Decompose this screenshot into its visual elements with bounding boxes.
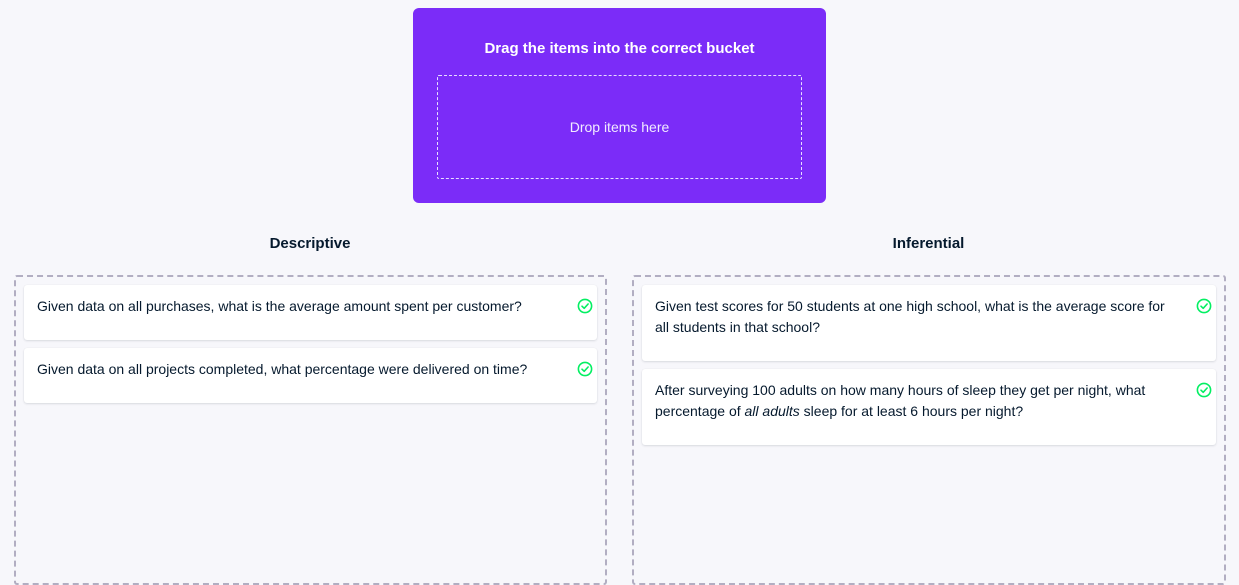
item-text-after: sleep for at least 6 hours per night? bbox=[799, 403, 1024, 419]
check-circle-icon bbox=[577, 298, 593, 314]
drop-placeholder: Drop items here bbox=[569, 119, 670, 135]
draggable-item[interactable]: Given data on all projects completed, wh… bbox=[24, 348, 597, 403]
source-panel: Drag the items into the correct bucket D… bbox=[413, 8, 826, 203]
instruction-title: Drag the items into the correct bucket bbox=[484, 40, 755, 57]
draggable-item[interactable]: Given data on all purchases, what is the… bbox=[24, 285, 597, 340]
item-text: Given test scores for 50 students at one… bbox=[655, 298, 1165, 335]
item-text-emphasis: all adults bbox=[744, 403, 800, 419]
bucket-descriptive[interactable]: Given data on all purchases, what is the… bbox=[14, 275, 607, 585]
check-circle-icon bbox=[1196, 298, 1212, 314]
check-circle-icon bbox=[577, 361, 593, 377]
item-text: After surveying 100 adults on how many h… bbox=[655, 382, 1145, 419]
bucket-inferential[interactable]: Given test scores for 50 students at one… bbox=[632, 275, 1226, 585]
source-drop-zone[interactable]: Drop items here bbox=[437, 75, 802, 179]
bucket-title-inferential: Inferential bbox=[892, 235, 965, 252]
item-text: Given data on all purchases, what is the… bbox=[37, 298, 522, 314]
check-circle-icon bbox=[1196, 382, 1212, 398]
draggable-item[interactable]: After surveying 100 adults on how many h… bbox=[642, 369, 1216, 445]
bucket-title-descriptive: Descriptive bbox=[269, 235, 351, 252]
draggable-item[interactable]: Given test scores for 50 students at one… bbox=[642, 285, 1216, 361]
item-text: Given data on all projects completed, wh… bbox=[37, 361, 528, 377]
